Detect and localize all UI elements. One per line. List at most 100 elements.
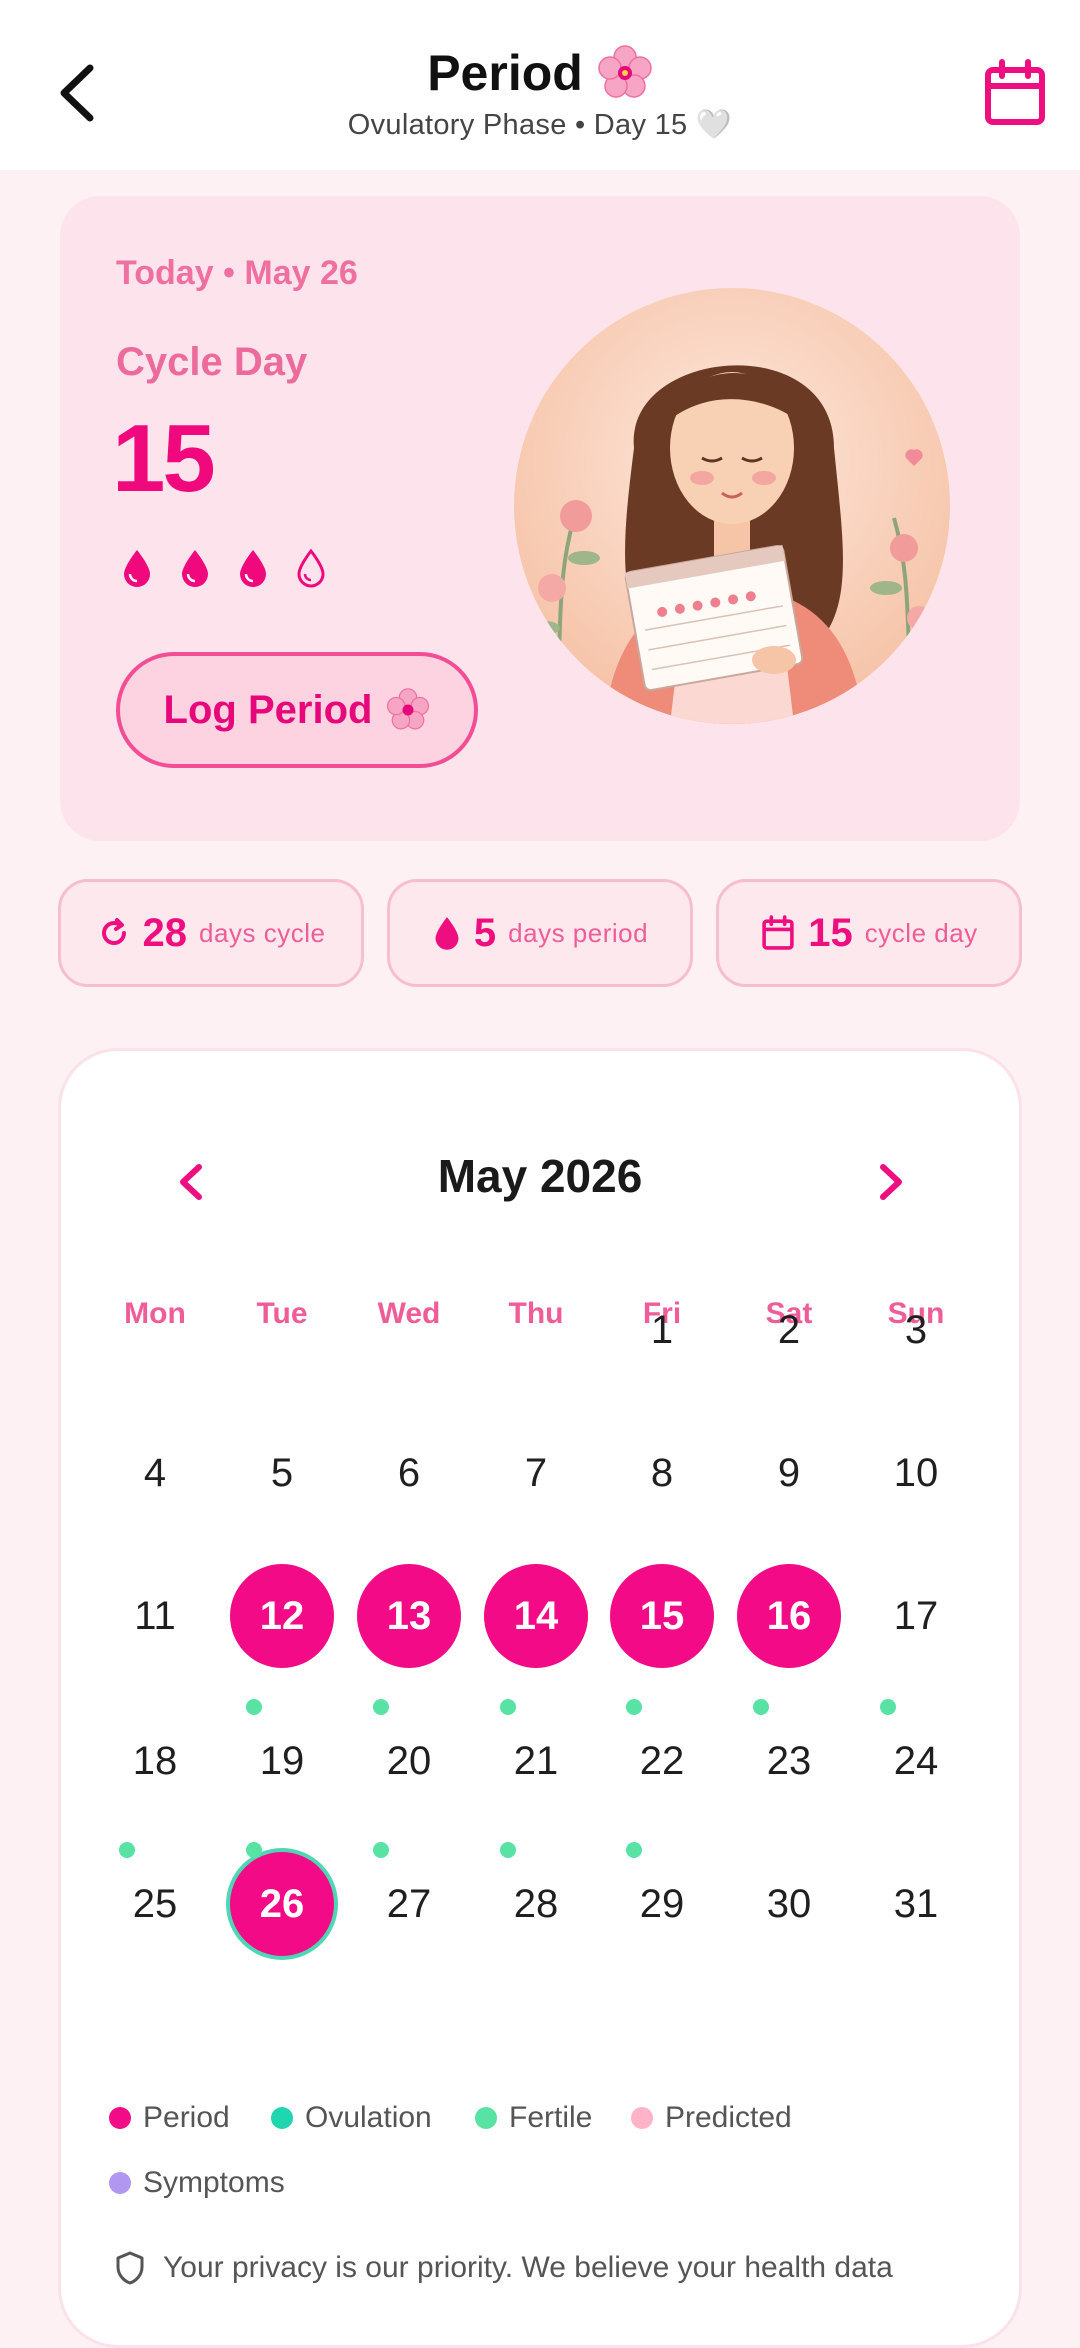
legend-predicted: Predicted <box>631 2101 792 2135</box>
flower-icon <box>387 688 430 730</box>
fertile-dot <box>246 1842 262 1858</box>
fertile-dot <box>500 1699 516 1715</box>
fertile-dot <box>626 1699 642 1715</box>
calendar-button[interactable] <box>980 58 1050 128</box>
legend-dot <box>109 2107 131 2129</box>
stat-value: 15 <box>808 910 853 955</box>
fertile-dot <box>753 1699 769 1715</box>
calendar-day[interactable]: 16 <box>737 1564 841 1668</box>
calendar-day[interactable]: 7 <box>484 1421 588 1525</box>
calendar-day[interactable]: 19 <box>230 1709 334 1813</box>
stat-label: cycle day <box>864 917 978 948</box>
legend-period: Period <box>109 2101 230 2135</box>
calendar-day[interactable]: 14 <box>484 1564 588 1668</box>
log-period-label: Log Period <box>163 687 373 732</box>
calendar-day[interactable]: 8 <box>610 1421 714 1525</box>
refresh-icon <box>101 918 126 945</box>
calendar-day[interactable]: 30 <box>737 1852 841 1956</box>
calendar-day[interactable]: 17 <box>864 1564 968 1668</box>
calendar-card: May 2026 Mon Tue Wed Thu Fri Sat Sun 123456789… <box>58 1048 1022 2348</box>
calendar-day[interactable]: 9 <box>737 1421 841 1525</box>
page-title: Period <box>427 44 653 102</box>
title-text: Period <box>427 45 583 101</box>
calendar-icon <box>762 915 794 950</box>
top-bar: Period Ovulatory Phase • Day 15 🤍 <box>0 0 1080 170</box>
cycle-summary-card: Today • May 26 Cycle Day 15 Log Period <box>60 196 1020 841</box>
calendar-day[interactable]: 18 <box>103 1709 207 1813</box>
weekday-thu: Thu <box>508 1297 564 1330</box>
privacy-text: Your privacy is our priority. We believe… <box>163 2251 893 2284</box>
chevron-right-icon <box>880 1164 902 1200</box>
page-subtitle: Ovulatory Phase • Day 15 🤍 <box>347 109 733 141</box>
stat-value: 28 <box>142 910 188 955</box>
stat-period-length: 5 days period <box>387 879 693 987</box>
legend-ovulation: Ovulation <box>271 2101 432 2135</box>
today-date: Today • May 26 <box>116 254 358 292</box>
calendar-day[interactable]: 25 <box>103 1852 207 1956</box>
stat-cycle-length: 28 days cycle <box>58 879 364 987</box>
weekday-mon: Mon <box>124 1297 186 1330</box>
cycle-day-value: 15 <box>112 405 216 512</box>
calendar-day[interactable]: 3 <box>864 1278 968 1382</box>
fertile-dot <box>880 1699 896 1715</box>
calendar-day[interactable]: 12 <box>230 1564 334 1668</box>
legend-label: Fertile <box>509 2101 593 2134</box>
calendar-day-today[interactable]: 26 <box>230 1852 334 1956</box>
fertile-dot <box>373 1699 389 1715</box>
calendar-day[interactable]: 29 <box>610 1852 714 1956</box>
legend-dot <box>475 2107 497 2129</box>
legend-fertile: Fertile <box>475 2101 592 2135</box>
legend-dot <box>109 2172 131 2194</box>
calendar-day[interactable]: 10 <box>864 1421 968 1525</box>
calendar-day[interactable]: 5 <box>230 1421 334 1525</box>
legend-dot <box>271 2107 293 2129</box>
weekday-tue: Tue <box>256 1297 308 1330</box>
cycle-day-label: Cycle Day <box>116 340 308 384</box>
legend-dot <box>631 2107 653 2129</box>
drop-filled-icon <box>124 550 150 587</box>
weekday-wed: Wed <box>377 1297 441 1330</box>
calendar-day[interactable]: 13 <box>357 1564 461 1668</box>
calendar-day[interactable]: 2 <box>737 1278 841 1382</box>
calendar-day[interactable]: 31 <box>864 1852 968 1956</box>
calendar-icon <box>985 59 1045 125</box>
fertile-dot <box>626 1842 642 1858</box>
legend-label: Symptoms <box>143 2166 285 2199</box>
log-period-button[interactable]: Log Period <box>116 652 478 768</box>
calendar-day[interactable]: 21 <box>484 1709 588 1813</box>
stat-cycle-day: 15 cycle day <box>716 879 1022 987</box>
calendar-day[interactable]: 4 <box>103 1421 207 1525</box>
legend-label: Period <box>143 2101 230 2134</box>
calendar-day[interactable]: 1 <box>610 1278 714 1382</box>
fertile-dot <box>373 1842 389 1858</box>
drop-filled-icon <box>240 550 266 587</box>
drop-filled-icon <box>182 550 208 587</box>
drop-icon <box>435 917 459 950</box>
legend-label: Predicted <box>665 2101 792 2134</box>
calendar-day[interactable]: 23 <box>737 1709 841 1813</box>
stat-label: days period <box>508 917 649 948</box>
flower-icon <box>598 45 652 98</box>
legend-label: Ovulation <box>305 2101 432 2134</box>
stat-value: 5 <box>473 910 497 955</box>
privacy-note: Your privacy is our priority. We believe… <box>115 2251 893 2285</box>
stat-label: days cycle <box>199 917 326 948</box>
calendar-day[interactable]: 24 <box>864 1709 968 1813</box>
fertile-dot <box>246 1699 262 1715</box>
calendar-day[interactable]: 27 <box>357 1852 461 1956</box>
next-month-button[interactable] <box>871 1157 911 1207</box>
calendar-day[interactable]: 22 <box>610 1709 714 1813</box>
drop-outline-icon <box>297 548 325 588</box>
shield-icon <box>116 2251 144 2285</box>
illustration-woman-with-calendar <box>514 288 950 724</box>
calendar-day[interactable]: 6 <box>357 1421 461 1525</box>
month-navigation: May 2026 <box>61 1141 1019 1221</box>
calendar-day[interactable]: 28 <box>484 1852 588 1956</box>
fertile-dot <box>500 1842 516 1858</box>
calendar-day[interactable]: 20 <box>357 1709 461 1813</box>
fertile-dot <box>119 1842 135 1858</box>
flow-indicator <box>120 548 328 588</box>
legend-symptoms: Symptoms <box>109 2166 285 2200</box>
calendar-day[interactable]: 11 <box>103 1564 207 1668</box>
calendar-day[interactable]: 15 <box>610 1564 714 1668</box>
